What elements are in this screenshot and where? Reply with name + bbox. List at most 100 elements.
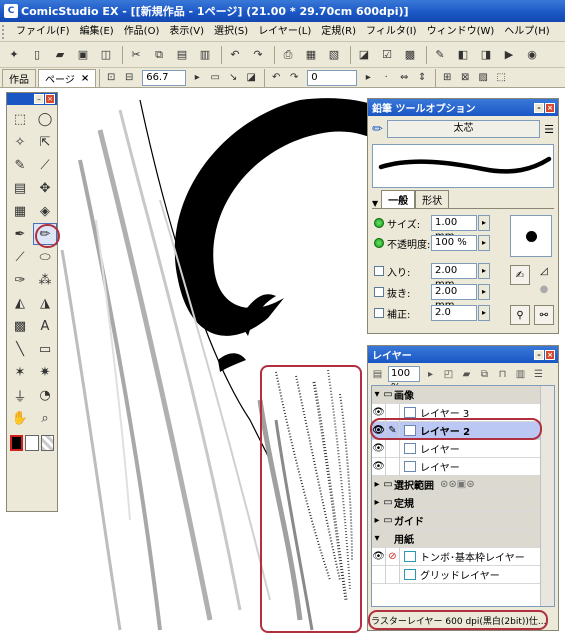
trash-icon[interactable]: ▥ <box>513 367 528 382</box>
eraser-icon[interactable]: ⬭ <box>33 246 57 268</box>
zoom-page-icon[interactable]: ▭ <box>207 70 223 86</box>
rect-shape-icon[interactable]: ▭ <box>33 338 57 360</box>
rotate-right-icon[interactable]: ↷ <box>286 70 302 86</box>
preview-icon[interactable]: ◨ <box>476 45 496 65</box>
folder-icon[interactable]: ▰ <box>459 367 474 382</box>
view-crop-icon[interactable]: ⊠ <box>457 70 473 86</box>
tilt-icon[interactable]: ◿ <box>534 261 554 281</box>
menu-select[interactable]: 選択(S) <box>209 23 253 41</box>
menu-view[interactable]: 表示(V) <box>164 23 209 41</box>
expand-icon[interactable]: ▸ <box>372 476 382 494</box>
tone-scrape-icon[interactable]: ✷ <box>33 361 57 383</box>
size-pressure-icon[interactable] <box>374 218 384 228</box>
zoom-input[interactable]: 66.7 <box>142 69 187 86</box>
zoom-arrow-icon[interactable]: ▸ <box>189 70 205 86</box>
opacity-spinner[interactable]: ▸ <box>478 235 490 251</box>
fill-icon[interactable]: ◭ <box>8 292 32 314</box>
new-icon[interactable]: ✦ <box>4 45 24 65</box>
correction-spinner[interactable]: ▸ <box>478 305 490 321</box>
rotate-left-icon[interactable]: ↶ <box>268 70 284 86</box>
grip-handle[interactable] <box>2 24 8 39</box>
menu-filter[interactable]: フィルタ(I) <box>361 23 422 41</box>
app-icon[interactable]: ◉ <box>522 45 542 65</box>
tab-shape[interactable]: 形状 <box>415 190 450 208</box>
layer-row-trim[interactable]: 👁 ⊘ トンボ･基本枠レイヤー <box>372 547 544 566</box>
layer-zoom-input[interactable]: 100 % <box>388 366 420 393</box>
view-selection-icon[interactable]: ⬚ <box>493 70 509 86</box>
menu-layer[interactable]: レイヤー(L) <box>253 23 316 41</box>
play-icon[interactable]: ▶ <box>499 45 519 65</box>
size-input[interactable]: 1.00 mm <box>431 215 477 242</box>
flip-horizontal-icon[interactable]: ⇔ <box>396 70 412 86</box>
move-icon[interactable]: ✥ <box>33 177 57 199</box>
zoom-out-icon[interactable]: ◪ <box>243 70 259 86</box>
ruler-icon[interactable]: ▤ <box>8 177 32 199</box>
zoom-icon[interactable]: ⌕ <box>33 407 57 429</box>
collapse-icon[interactable]: ▼ <box>372 199 378 208</box>
fit-page-icon[interactable]: ⊡ <box>103 70 119 86</box>
expand-icon[interactable]: ▾ <box>372 386 382 404</box>
menu-edit[interactable]: 編集(E) <box>75 23 119 41</box>
palette-icon[interactable]: ▩ <box>400 45 420 65</box>
close-icon[interactable]: × <box>545 349 555 360</box>
out-input[interactable]: 2.00 mm <box>431 284 477 311</box>
selection-tools-icon[interactable]: ⊙⊙▣⊙ <box>440 479 475 490</box>
tone-icon[interactable]: ✶ <box>8 361 32 383</box>
new-page-icon[interactable]: ▯ <box>27 45 47 65</box>
close-icon[interactable]: × <box>45 94 55 104</box>
tab-general[interactable]: 一般 <box>381 190 416 208</box>
layer-group-ruler[interactable]: ▸ ▭ 定規 <box>372 494 544 512</box>
rect-select-icon[interactable]: ⬚ <box>8 108 32 130</box>
menu-story[interactable]: 作品(O) <box>119 23 165 41</box>
swatch-black[interactable] <box>10 435 24 451</box>
close-tab-icon[interactable]: × <box>81 73 89 84</box>
zoom-in-icon[interactable]: ↘ <box>225 70 241 86</box>
book-icon[interactable]: ▧ <box>324 45 344 65</box>
layer-row[interactable]: 👁 レイヤー <box>372 439 544 458</box>
minimize-icon[interactable]: – <box>534 102 544 113</box>
select-pen-icon[interactable]: ✎ <box>8 154 32 176</box>
swatch-transparent[interactable] <box>40 435 54 451</box>
open-icon[interactable]: ▰ <box>50 45 70 65</box>
cut-icon[interactable]: ✂ <box>126 45 146 65</box>
hand-icon[interactable]: ✋ <box>8 407 32 429</box>
fit-icon[interactable]: ⚯ <box>534 305 554 325</box>
out-spinner[interactable]: ▸ <box>478 284 490 300</box>
marker-icon[interactable]: ⟋ <box>8 246 32 268</box>
dot-icon[interactable]: · <box>378 70 394 86</box>
lasso-icon[interactable]: ◯ <box>33 108 57 130</box>
layer-group-selection[interactable]: ▸ ▭ 選択範囲 ⊙⊙▣⊙ <box>372 476 544 494</box>
eyedropper-icon[interactable]: ⟋ <box>33 154 57 176</box>
opacity-input[interactable]: 100 % <box>431 235 477 251</box>
copy-icon[interactable]: ⧉ <box>149 45 169 65</box>
pressure-pen-icon[interactable]: ✍ <box>510 265 530 285</box>
layer-group-paper[interactable]: ▾ 用紙 <box>372 530 544 548</box>
size-spinner[interactable]: ▸ <box>478 215 490 231</box>
brush-icon[interactable]: ✎ <box>430 45 450 65</box>
edit-lock-icon[interactable] <box>386 565 400 584</box>
opacity-pressure-icon[interactable] <box>374 238 384 248</box>
view-image-icon[interactable]: ▨ <box>475 70 491 86</box>
layer-panel-header[interactable]: レイヤー – × <box>368 346 558 363</box>
zoom-arrow-icon[interactable]: ▸ <box>423 367 438 382</box>
object-select-icon[interactable]: ⇱ <box>33 131 57 153</box>
copy-layer-icon[interactable]: ⧉ <box>477 367 492 382</box>
lock-icon[interactable]: ⊓ <box>495 367 510 382</box>
text-icon[interactable]: A <box>33 315 57 337</box>
in-spinner[interactable]: ▸ <box>478 263 490 279</box>
line-icon[interactable]: ╲ <box>8 338 32 360</box>
tab-page[interactable]: ページ × <box>38 68 97 87</box>
layer-row[interactable]: 👁 レイヤー <box>372 457 544 476</box>
minimize-icon[interactable]: – <box>34 94 44 104</box>
out-checkbox[interactable] <box>374 287 384 297</box>
new-layer-icon[interactable]: ◰ <box>441 367 456 382</box>
menu-file[interactable]: ファイル(F) <box>11 23 75 41</box>
rotation-arrow-icon[interactable]: ▸ <box>360 70 376 86</box>
tool-palette-header[interactable]: – × <box>7 93 57 105</box>
frame-icon[interactable]: ▦ <box>8 200 32 222</box>
airbrush-icon[interactable]: ⁂ <box>33 269 57 291</box>
print-icon[interactable]: ⎙ <box>278 45 298 65</box>
menu-window[interactable]: ウィンドウ(W) <box>422 23 500 41</box>
no-edit-icon[interactable]: ⊘ <box>386 547 400 566</box>
expand-icon[interactable]: ▸ <box>372 494 382 512</box>
